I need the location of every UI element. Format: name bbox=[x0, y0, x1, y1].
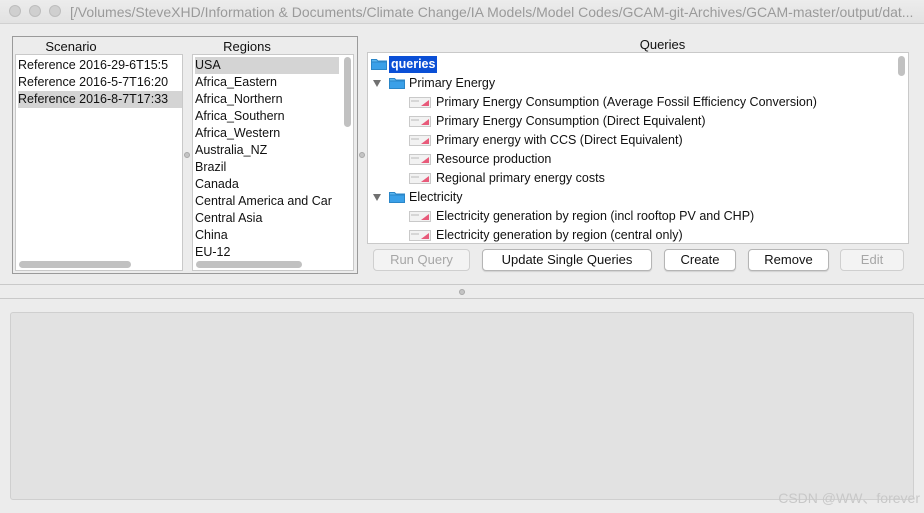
pane-divider-lower bbox=[0, 298, 924, 299]
query-item[interactable]: Electricity generation by region (centra… bbox=[436, 226, 683, 243]
scenario-horizontal-scrollbar[interactable] bbox=[19, 261, 131, 268]
region-item[interactable]: Africa_Western bbox=[195, 125, 339, 142]
window-titlebar: [/Volumes/SteveXHD/Information & Documen… bbox=[0, 0, 924, 24]
region-item[interactable]: USA bbox=[195, 57, 339, 74]
query-chart-icon bbox=[409, 211, 431, 222]
query-tree[interactable]: queries Primary Energy Primary Energy Cons… bbox=[367, 52, 909, 244]
query-chart-icon bbox=[409, 97, 431, 108]
query-item[interactable]: Electricity generation by region (incl r… bbox=[436, 207, 754, 226]
minimize-window-button[interactable] bbox=[29, 5, 41, 17]
update-single-queries-button[interactable]: Update Single Queries bbox=[482, 249, 652, 271]
scenario-item[interactable]: Reference 2016-8-7T17:33 bbox=[18, 91, 182, 108]
region-item[interactable]: Africa_Northern bbox=[195, 91, 339, 108]
query-chart-icon bbox=[409, 135, 431, 146]
region-item[interactable]: Australia_NZ bbox=[195, 142, 339, 159]
remove-button[interactable]: Remove bbox=[748, 249, 829, 271]
scenario-region-split-handle[interactable] bbox=[184, 152, 190, 158]
query-chart-icon bbox=[409, 230, 431, 241]
scenario-item[interactable]: Reference 2016-5-7T16:20 bbox=[18, 74, 182, 91]
region-horizontal-scrollbar[interactable] bbox=[196, 261, 302, 268]
query-tree-vertical-scrollbar[interactable] bbox=[898, 56, 905, 76]
region-item[interactable]: Africa_Eastern bbox=[195, 74, 339, 91]
query-chart-icon bbox=[409, 116, 431, 127]
folder-icon bbox=[389, 191, 405, 203]
close-window-button[interactable] bbox=[9, 5, 21, 17]
disclosure-triangle-icon[interactable] bbox=[373, 80, 381, 87]
query-item[interactable]: Primary Energy Consumption (Direct Equiv… bbox=[436, 112, 706, 131]
region-item[interactable]: China bbox=[195, 227, 339, 244]
edit-button[interactable]: Edit bbox=[840, 249, 904, 271]
folder-open-icon bbox=[371, 58, 387, 70]
query-item[interactable]: Regional primary energy costs bbox=[436, 169, 605, 188]
query-item[interactable]: Resource production bbox=[436, 150, 551, 169]
query-chart-icon bbox=[409, 154, 431, 165]
region-item[interactable]: Canada bbox=[195, 176, 339, 193]
disclosure-triangle-icon[interactable] bbox=[373, 194, 381, 201]
scenario-item[interactable]: Reference 2016-29-6T15:5 bbox=[18, 57, 182, 74]
tree-root-queries[interactable]: queries bbox=[389, 56, 438, 73]
scenario-header: Scenario bbox=[45, 39, 97, 54]
region-item[interactable]: Brazil bbox=[195, 159, 339, 176]
pane-divider bbox=[0, 284, 924, 285]
query-chart-icon bbox=[409, 173, 431, 184]
query-item[interactable]: Primary energy with CCS (Direct Equivale… bbox=[436, 131, 683, 150]
query-item[interactable]: Primary Energy Consumption (Average Foss… bbox=[436, 93, 817, 112]
tree-group-1[interactable]: Primary Energy bbox=[409, 74, 495, 93]
vertical-split-handle[interactable] bbox=[459, 289, 465, 295]
region-item[interactable]: EU-12 bbox=[195, 244, 339, 261]
region-list[interactable]: USA Africa_Eastern Africa_Northern Africa_S… bbox=[192, 54, 354, 271]
run-query-button[interactable]: Run Query bbox=[373, 249, 470, 271]
regions-header: Regions bbox=[223, 39, 271, 54]
folder-icon bbox=[389, 77, 405, 89]
tree-group-2[interactable]: Electricity bbox=[409, 188, 462, 207]
window-title: [/Volumes/SteveXHD/Information & Documen… bbox=[70, 4, 914, 20]
region-vertical-scrollbar[interactable] bbox=[344, 57, 351, 127]
scenario-list[interactable]: Reference 2016-29-6T15:5 Reference 2016-5… bbox=[15, 54, 183, 271]
create-button[interactable]: Create bbox=[664, 249, 736, 271]
results-pane bbox=[10, 312, 914, 500]
left-right-split-handle[interactable] bbox=[359, 152, 365, 158]
region-item[interactable]: Central America and Car bbox=[195, 193, 339, 210]
region-item[interactable]: Africa_Southern bbox=[195, 108, 339, 125]
watermark-text: CSDN @WW、forever bbox=[778, 490, 920, 506]
zoom-window-button[interactable] bbox=[49, 5, 61, 17]
region-item[interactable]: Central Asia bbox=[195, 210, 339, 227]
queries-header: Queries bbox=[639, 37, 686, 52]
